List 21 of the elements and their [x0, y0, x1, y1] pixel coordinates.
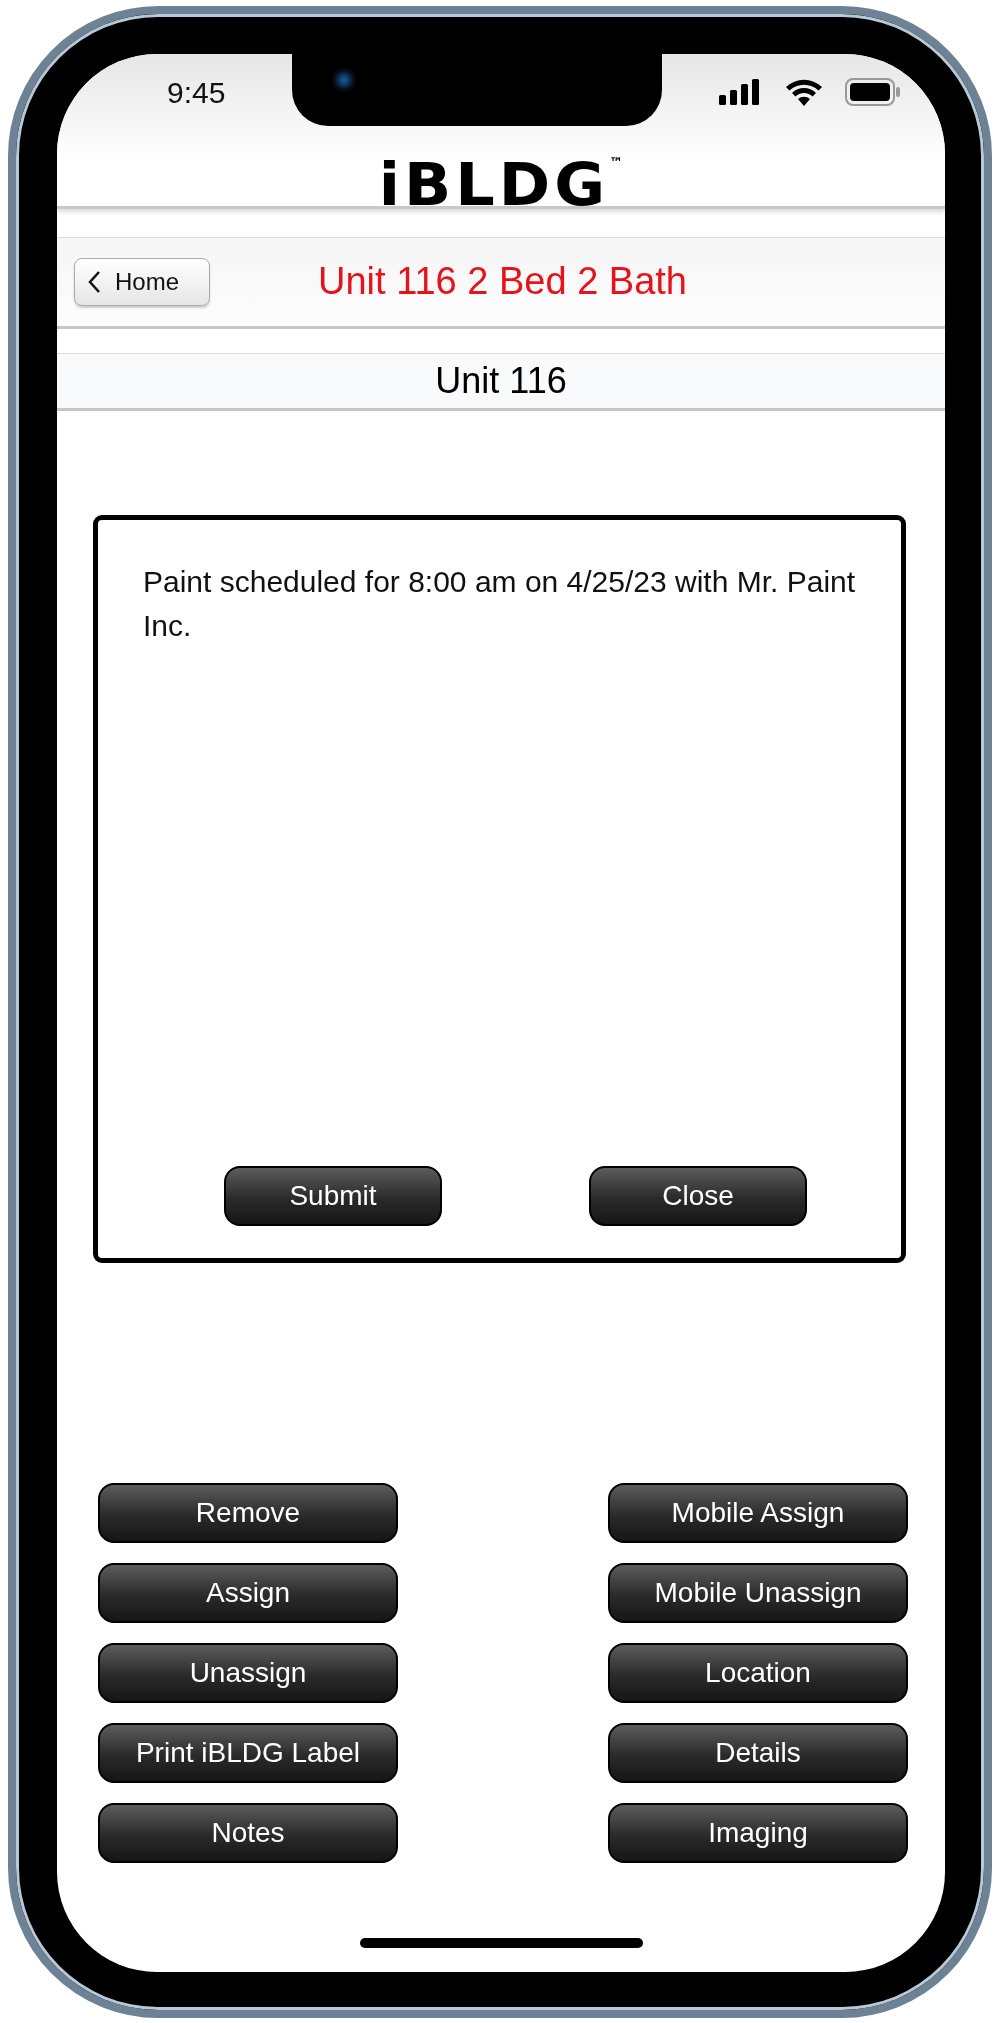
app-logo: iBLDG$^{™}$	[377, 148, 625, 220]
home-back-button[interactable]: Home	[74, 257, 210, 306]
chevron-left-icon	[87, 269, 101, 294]
action-button[interactable]: Mobile Assign	[608, 1482, 908, 1543]
action-button[interactable]: Mobile Unassign	[608, 1562, 908, 1623]
action-button[interactable]: Unassign	[98, 1642, 398, 1703]
action-button[interactable]: Assign	[98, 1562, 398, 1623]
action-button[interactable]: Remove	[98, 1482, 398, 1543]
page-title: Unit 116 2 Bed 2 Bath	[317, 260, 688, 303]
action-button[interactable]: Details	[608, 1722, 908, 1783]
dialog-button[interactable]: Close	[589, 1165, 807, 1226]
action-button[interactable]: Imaging	[608, 1802, 908, 1863]
action-button[interactable]: Location	[608, 1642, 908, 1703]
status-time: 9:45	[167, 75, 226, 110]
message-field[interactable]: Paint scheduled for 8:00 am on 4/25/23 with Mr. Paint Inc.	[98, 559, 901, 648]
battery-icon	[845, 77, 901, 106]
dialog-button[interactable]: Submit	[224, 1165, 442, 1226]
wifi-icon	[785, 77, 823, 106]
unit-heading: Unit 116	[57, 352, 945, 411]
action-button[interactable]: Notes	[98, 1802, 398, 1863]
action-button[interactable]: Print iBLDG Label	[98, 1722, 398, 1783]
